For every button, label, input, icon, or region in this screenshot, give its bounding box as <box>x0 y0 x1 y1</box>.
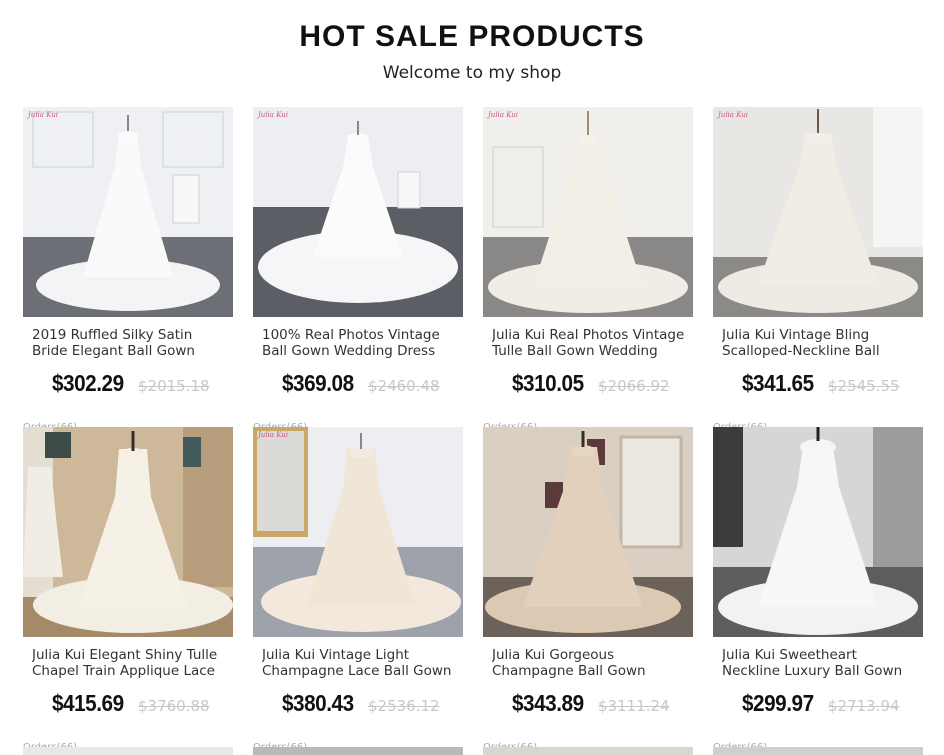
product-price: $341.65 <box>742 370 814 396</box>
product-card[interactable]: Julia Kui 100% Real Photos Vintage Ball … <box>253 107 463 428</box>
product-image[interactable]: Julia Kui <box>23 107 233 317</box>
product-card[interactable]: Julia Kui Elegant Shiny Tulle Chapel Tra… <box>23 427 233 748</box>
product-name[interactable]: Julia Kui Real Photos Vintage Tulle Ball… <box>492 327 687 359</box>
product-card[interactable]: Julia Kui 2019 Ruffled Silky Satin Bride… <box>23 107 233 428</box>
product-name[interactable]: Julia Kui Elegant Shiny Tulle Chapel Tra… <box>32 647 227 679</box>
product-price: $415.69 <box>52 690 124 716</box>
next-row-image-3[interactable] <box>483 747 693 755</box>
next-row-image-1[interactable] <box>23 747 233 755</box>
product-old-price: $3760.88 <box>138 697 210 715</box>
brand-watermark: Julia Kui <box>258 111 289 119</box>
product-price: $302.29 <box>52 370 124 396</box>
product-card[interactable]: Julia Kui Gorgeous Champagne Ball Gown $… <box>483 427 693 748</box>
product-price: $343.89 <box>512 690 584 716</box>
product-name[interactable]: Julia Kui Vintage Light Champagne Lace B… <box>262 647 457 679</box>
product-name[interactable]: 2019 Ruffled Silky Satin Bride Elegant B… <box>32 327 227 359</box>
product-image[interactable]: Julia Kui <box>713 107 923 317</box>
product-old-price: $2713.94 <box>828 697 900 715</box>
brand-watermark: Julia Kui <box>718 111 749 119</box>
product-name[interactable]: Julia Kui Sweetheart Neckline Luxury Bal… <box>722 647 917 679</box>
product-image[interactable]: Julia Kui <box>253 427 463 637</box>
product-name[interactable]: 100% Real Photos Vintage Ball Gown Weddi… <box>262 327 457 359</box>
product-image[interactable]: Julia Kui <box>483 107 693 317</box>
next-row-image-2[interactable] <box>253 747 463 755</box>
product-price: $299.97 <box>742 690 814 716</box>
brand-watermark: Julia Kui <box>258 431 289 439</box>
product-card[interactable]: Julia Kui Julia Kui Vintage Bling Scallo… <box>713 107 923 428</box>
product-card[interactable]: Julia Kui Julia Kui Real Photos Vintage … <box>483 107 693 428</box>
product-price: $369.08 <box>282 370 354 396</box>
product-old-price: $2460.48 <box>368 377 440 395</box>
next-row-image-4[interactable] <box>713 747 923 755</box>
product-old-price: $2536.12 <box>368 697 440 715</box>
product-price: $380.43 <box>282 690 354 716</box>
product-old-price: $3111.24 <box>598 697 670 715</box>
product-price: $310.05 <box>512 370 584 396</box>
product-card[interactable]: Julia Kui Julia Kui Vintage Light Champa… <box>253 427 463 748</box>
product-image[interactable] <box>23 427 233 637</box>
product-image[interactable] <box>713 427 923 637</box>
product-old-price: $2015.18 <box>138 377 210 395</box>
brand-watermark: Julia Kui <box>28 111 59 119</box>
product-image[interactable] <box>483 427 693 637</box>
product-old-price: $2066.92 <box>598 377 670 395</box>
product-card[interactable]: Julia Kui Sweetheart Neckline Luxury Bal… <box>713 427 923 748</box>
product-name[interactable]: Julia Kui Vintage Bling Scalloped-Neckli… <box>722 327 917 359</box>
product-image[interactable]: Julia Kui <box>253 107 463 317</box>
section-subtitle: Welcome to my shop <box>382 63 562 83</box>
product-old-price: $2545.55 <box>828 377 900 395</box>
section-title: HOT SALE PRODUCTS <box>299 20 645 53</box>
brand-watermark: Julia Kui <box>488 111 519 119</box>
product-name[interactable]: Julia Kui Gorgeous Champagne Ball Gown <box>492 647 687 679</box>
